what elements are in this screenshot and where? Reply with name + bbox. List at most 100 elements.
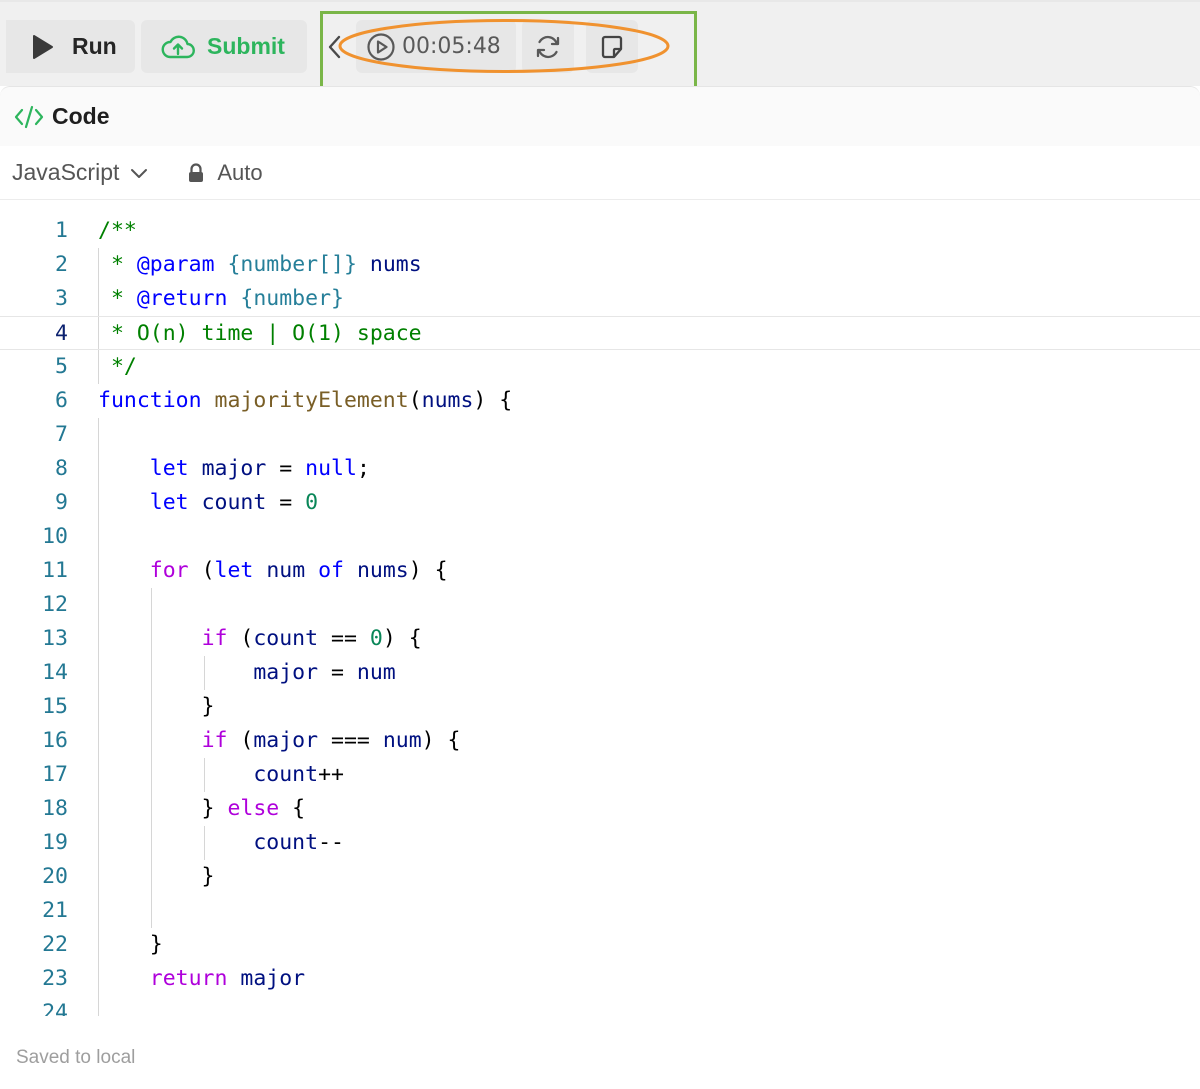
- code-token: ) {: [408, 558, 448, 583]
- code-token: let: [149, 456, 189, 481]
- code-line[interactable]: 3 * @return {number}: [0, 282, 1200, 316]
- line-code: if (count == 0) {: [98, 622, 422, 656]
- cloud-upload-icon: [161, 35, 195, 58]
- line-number: 8: [55, 456, 68, 481]
- code-token: num: [382, 728, 422, 753]
- line-number: 20: [42, 864, 68, 889]
- code-token: major: [253, 728, 319, 753]
- line-number: 9: [55, 490, 68, 515]
- code-token: =: [318, 660, 357, 685]
- code-token: --: [318, 830, 344, 855]
- timer-button[interactable]: 00:05:48: [356, 20, 516, 73]
- line-code: } else {: [98, 792, 306, 826]
- line-number: 21: [42, 898, 68, 923]
- line-code: }: [98, 860, 215, 894]
- line-code: let major = null;: [98, 452, 370, 486]
- code-token: if: [201, 728, 228, 753]
- code-token: ) {: [473, 388, 513, 413]
- line-number: 5: [55, 354, 68, 379]
- line-number: 11: [42, 558, 68, 583]
- code-line[interactable]: 23 return major: [0, 962, 1200, 996]
- code-editor[interactable]: 1/** 2 * @param {number[]} nums 3 * @retur…: [0, 214, 1200, 1016]
- line-number: 22: [42, 932, 68, 957]
- code-token: (: [408, 388, 422, 413]
- editor-options-bar: JavaScript Auto: [0, 146, 1200, 200]
- code-token: for: [149, 558, 189, 583]
- code-line[interactable]: 12: [0, 588, 1200, 622]
- code-line[interactable]: 21: [0, 894, 1200, 928]
- code-token: else: [227, 796, 280, 821]
- line-number: 17: [42, 762, 68, 787]
- line-number: 12: [42, 592, 68, 617]
- code-line[interactable]: 19 count--: [0, 826, 1200, 860]
- code-line[interactable]: 10: [0, 520, 1200, 554]
- code-token: function: [98, 388, 202, 413]
- code-line[interactable]: 7: [0, 418, 1200, 452]
- code-token: num: [356, 660, 396, 685]
- code-line[interactable]: 13 if (count == 0) {: [0, 622, 1200, 656]
- code-token: *: [98, 252, 137, 277]
- code-line[interactable]: 17 count++: [0, 758, 1200, 792]
- line-number: 18: [42, 796, 68, 821]
- line-code: */: [98, 350, 137, 384]
- code-line[interactable]: 11 for (let num of nums) {: [0, 554, 1200, 588]
- collapse-chevron-icon[interactable]: [324, 30, 346, 64]
- code-line[interactable]: 9 let count = 0: [0, 486, 1200, 520]
- code-token: count: [253, 626, 319, 651]
- auto-mode-toggle[interactable]: Auto: [187, 160, 263, 186]
- code-token: 0: [305, 490, 319, 515]
- code-token: let: [214, 558, 254, 583]
- code-token: ==: [318, 626, 370, 651]
- code-token: of: [318, 558, 344, 583]
- submit-button[interactable]: Submit: [141, 20, 307, 73]
- code-token: ;: [356, 456, 370, 481]
- code-line[interactable]: 8 let major = null;: [0, 452, 1200, 486]
- code-line[interactable]: 16 if (major === num) {: [0, 724, 1200, 758]
- code-token: null: [305, 456, 357, 481]
- code-line[interactable]: 18 } else {: [0, 792, 1200, 826]
- code-line[interactable]: 4 * O(n) time | O(1) space: [0, 316, 1200, 350]
- line-number: 2: [55, 252, 68, 277]
- code-token: /**: [98, 218, 137, 243]
- code-line[interactable]: 15 }: [0, 690, 1200, 724]
- run-button[interactable]: Run: [6, 20, 135, 73]
- line-number: 7: [55, 422, 68, 447]
- code-line[interactable]: 2 * @param {number[]} nums: [0, 248, 1200, 282]
- line-number: 10: [42, 524, 68, 549]
- code-token: nums: [421, 388, 474, 413]
- code-icon: [14, 105, 44, 128]
- line-code: count--: [98, 826, 344, 860]
- code-panel-header: Code: [0, 86, 1200, 146]
- language-select[interactable]: JavaScript: [12, 159, 149, 186]
- line-number: 3: [55, 286, 68, 311]
- notes-button[interactable]: [586, 20, 638, 73]
- line-number: 15: [42, 694, 68, 719]
- code-line[interactable]: 22 }: [0, 928, 1200, 962]
- code-line[interactable]: 6 function majorityElement(nums) {: [0, 384, 1200, 418]
- code-token: 0: [369, 626, 383, 651]
- code-token: (: [188, 558, 215, 583]
- code-token: if: [201, 626, 228, 651]
- code-token: return: [149, 966, 228, 991]
- line-number: 23: [42, 966, 68, 991]
- code-line[interactable]: 20 }: [0, 860, 1200, 894]
- play-icon: [33, 34, 53, 59]
- reset-timer-button[interactable]: [522, 20, 574, 73]
- save-status: Saved to local: [16, 1047, 136, 1068]
- line-code: let count = 0: [98, 486, 318, 520]
- code-line[interactable]: 5 */: [0, 350, 1200, 384]
- code-token: major: [240, 966, 306, 991]
- line-code: /**: [98, 214, 137, 248]
- code-token: }: [98, 694, 215, 719]
- code-line[interactable]: 24: [0, 996, 1200, 1016]
- code-token: ) {: [382, 626, 422, 651]
- code-line[interactable]: 14 major = num: [0, 656, 1200, 690]
- code-line[interactable]: 1 /**: [0, 214, 1200, 248]
